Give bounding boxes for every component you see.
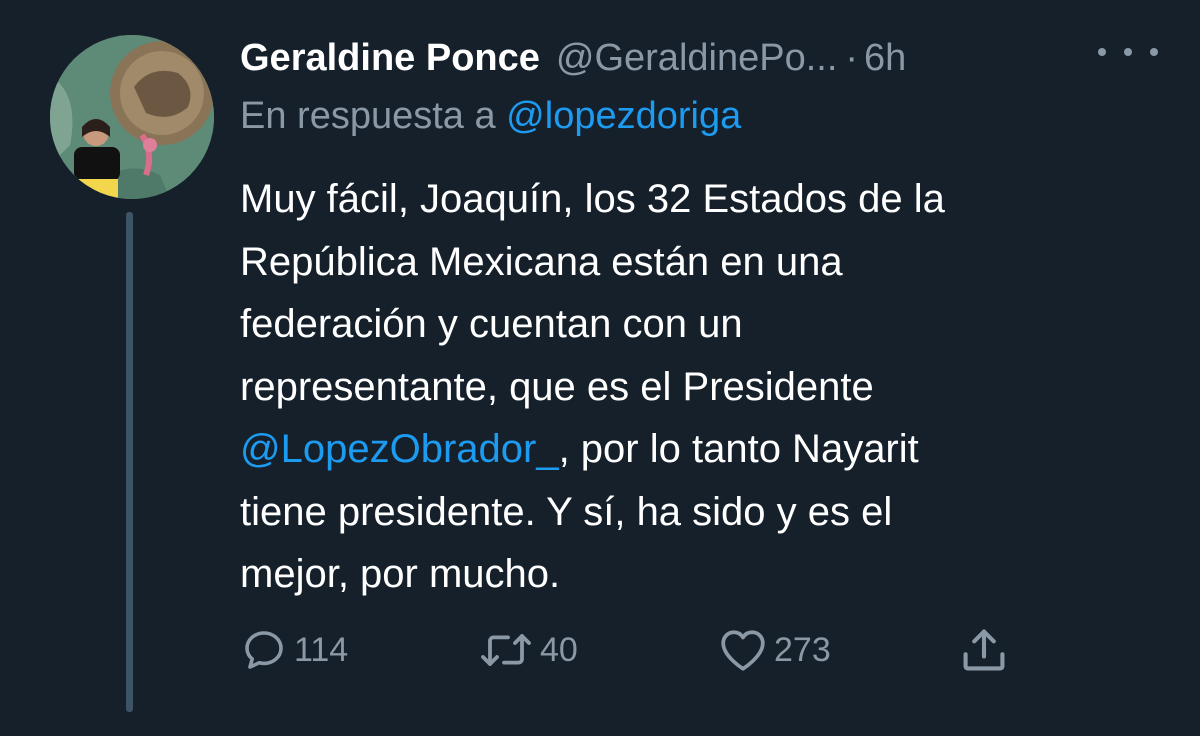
tweet-text-line: Muy fácil, Joaquín, los 32 Estados de la	[240, 177, 945, 221]
retweet-count: 40	[540, 630, 578, 669]
reply-count: 114	[294, 630, 349, 669]
author-handle[interactable]: @GeraldinePo...	[556, 37, 838, 80]
like-count: 273	[774, 630, 831, 669]
reply-context: En respuesta a @lopezdoriga	[240, 95, 741, 138]
reply-button[interactable]: 114	[240, 622, 348, 678]
reply-prefix: En respuesta a	[240, 95, 496, 137]
more-dot	[1150, 48, 1158, 56]
avatar[interactable]	[50, 35, 214, 199]
more-dot	[1124, 48, 1132, 56]
more-options-icon[interactable]	[1098, 42, 1158, 62]
retweet-button[interactable]: 40	[478, 622, 578, 678]
separator-dot: ·	[845, 36, 859, 79]
tweet-text-line: mejor, por mucho.	[240, 552, 561, 596]
share-button[interactable]	[958, 622, 1010, 678]
tweet[interactable]: Geraldine Ponce @GeraldinePo... · 6h En …	[0, 0, 1200, 736]
tweet-text-line: República Mexicana están en una	[240, 239, 843, 284]
tweet-text-line: @LopezObrador_, por lo tanto Nayarit	[240, 418, 1160, 481]
reply-icon	[245, 631, 283, 669]
like-button[interactable]: 273	[718, 622, 831, 678]
retweet-icon	[481, 634, 531, 666]
share-icon	[963, 629, 1005, 671]
mention-link[interactable]: @LopezObrador_	[240, 427, 559, 471]
tweet-text-fragment: , por lo tanto Nayarit	[558, 427, 919, 471]
tweet-text: Muy fácil, Joaquín, los 32 Estados de la…	[240, 168, 1160, 606]
tweet-text-line: federación y cuentan con un	[240, 302, 743, 346]
tweet-timestamp[interactable]: 6h	[864, 37, 906, 80]
tweet-text-line: tiene presidente. Y sí, ha sido y es el	[240, 489, 893, 534]
more-dot	[1098, 48, 1106, 56]
tweet-actions: 114 40 273	[0, 622, 1200, 678]
tweet-header: Geraldine Ponce @GeraldinePo... · 6h	[240, 30, 906, 86]
heart-icon	[721, 630, 765, 671]
author-display-name[interactable]: Geraldine Ponce	[240, 37, 540, 80]
tweet-text-line: representante, que es el Presidente	[240, 364, 874, 409]
avatar-image	[50, 35, 214, 199]
reply-mention-link[interactable]: @lopezdoriga	[506, 95, 741, 137]
